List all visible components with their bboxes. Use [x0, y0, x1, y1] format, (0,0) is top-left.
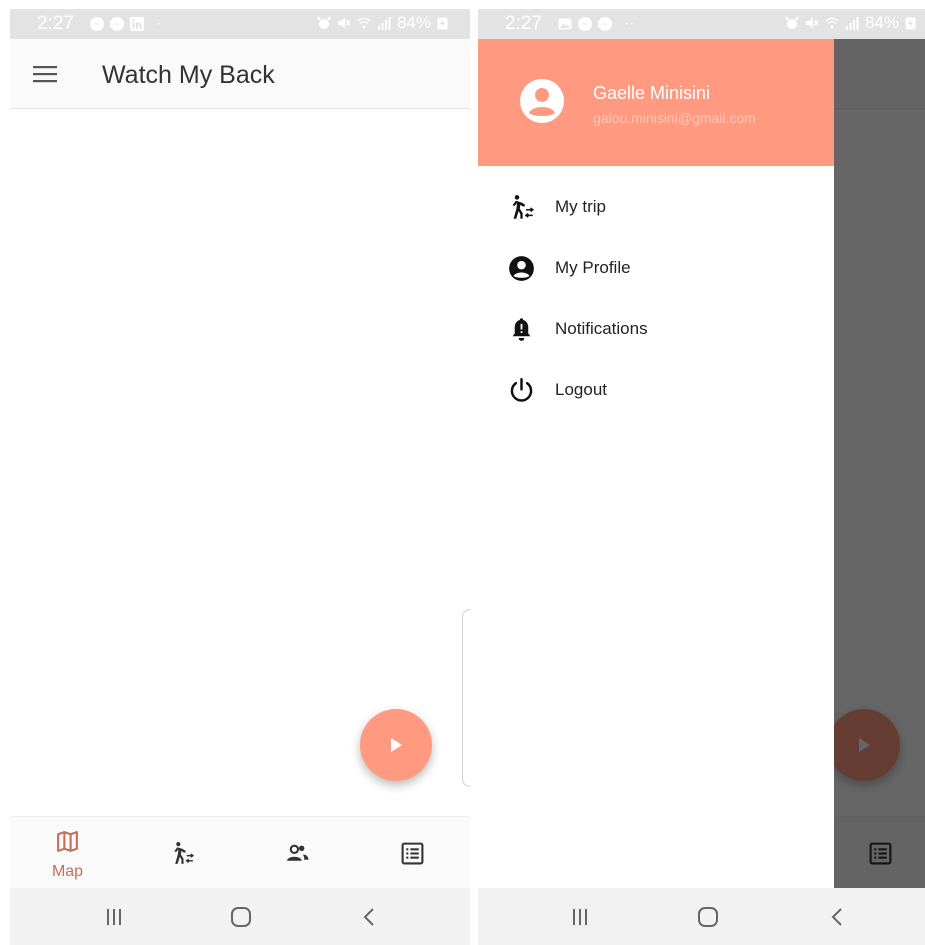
recent-apps-icon[interactable] — [572, 907, 588, 927]
linkedin-icon — [130, 17, 144, 31]
mute-icon — [337, 17, 351, 29]
battery-charging-icon — [905, 17, 916, 30]
status-system-icons: 84% — [785, 13, 916, 33]
signal-icon — [377, 17, 391, 30]
hamburger-menu-icon[interactable] — [32, 61, 58, 87]
home-icon[interactable] — [230, 907, 252, 927]
recent-apps-icon[interactable] — [106, 907, 122, 927]
messenger-icon — [90, 17, 104, 31]
messenger-icon — [110, 17, 124, 31]
status-system-icons: 84% — [317, 13, 448, 33]
battery-percent: 84% — [864, 13, 899, 32]
drawer-item-label: Notifications — [555, 319, 648, 338]
page-title: Watch My Back — [102, 61, 275, 89]
drawer-item-label: My Profile — [555, 258, 631, 277]
drawer-item-label: Logout — [555, 380, 607, 399]
mute-icon — [805, 17, 819, 29]
nav-item-map[interactable]: Map — [10, 817, 125, 889]
messenger-icon — [598, 17, 612, 31]
back-icon[interactable] — [362, 907, 376, 927]
alarm-icon — [785, 16, 799, 29]
account-circle-icon — [509, 256, 534, 281]
hiker-swap-icon — [512, 195, 535, 219]
status-bar: 2:27 ·· 84% — [478, 9, 925, 39]
alarm-icon — [317, 16, 331, 29]
app-bar: Watch My Back — [10, 39, 470, 109]
nav-item-contacts[interactable] — [240, 817, 355, 889]
list-icon — [401, 842, 424, 865]
back-icon[interactable] — [830, 907, 844, 927]
bottom-navigation: Map — [10, 816, 470, 888]
drawer-item-my-profile[interactable]: My Profile — [478, 238, 834, 299]
map-icon — [57, 831, 78, 852]
drawer-item-notifications[interactable]: Notifications — [478, 299, 834, 360]
status-dot: · — [156, 15, 162, 32]
battery-charging-icon — [437, 17, 448, 30]
drawer-user-name: Gaelle Minisini — [593, 83, 711, 103]
status-time: 2:27 — [37, 13, 74, 34]
system-navigation-bar — [478, 888, 925, 945]
navigation-drawer: Gaelle Minisini galou.minisini@gmail.com… — [478, 39, 834, 888]
battery-percent: 84% — [396, 13, 431, 32]
status-bar: 2:27 · 84% — [10, 9, 470, 39]
phone-screen-main: 2:27 · 84% Watch My Back Map — [10, 9, 470, 945]
phone-screen-drawer: 2:27 ·· 84% Gaelle Minisini galou.minisi… — [478, 9, 925, 945]
drawer-item-my-trip[interactable]: My trip — [478, 177, 834, 238]
drawer-user-email: galou.minisini@gmail.com — [593, 110, 756, 126]
play-icon — [391, 738, 402, 752]
drawer-item-label: My trip — [555, 197, 606, 216]
people-icon — [287, 844, 309, 861]
wifi-icon — [825, 17, 839, 29]
gallery-icon — [558, 18, 572, 30]
messenger-icon — [578, 17, 592, 31]
account-circle-icon — [520, 79, 564, 123]
nav-label-map: Map — [51, 863, 84, 880]
status-notification-icons: · — [90, 15, 162, 32]
nav-item-list[interactable] — [355, 817, 470, 889]
system-navigation-bar — [10, 888, 470, 945]
nav-item-trip[interactable] — [125, 817, 240, 889]
status-time: 2:27 — [505, 13, 542, 34]
signal-icon — [845, 17, 859, 30]
home-icon[interactable] — [697, 907, 719, 927]
drawer-item-logout[interactable]: Logout — [478, 360, 834, 421]
status-dots: ·· — [624, 15, 635, 32]
start-trip-fab[interactable] — [360, 709, 432, 781]
status-notification-icons: ·· — [558, 15, 635, 32]
wifi-icon — [357, 17, 371, 29]
drawer-edge-handle[interactable] — [462, 609, 470, 787]
drawer-header: Gaelle Minisini galou.minisini@gmail.com — [478, 39, 834, 166]
hiker-swap-icon — [174, 842, 195, 864]
power-icon — [510, 378, 533, 402]
bell-icon — [512, 318, 531, 341]
